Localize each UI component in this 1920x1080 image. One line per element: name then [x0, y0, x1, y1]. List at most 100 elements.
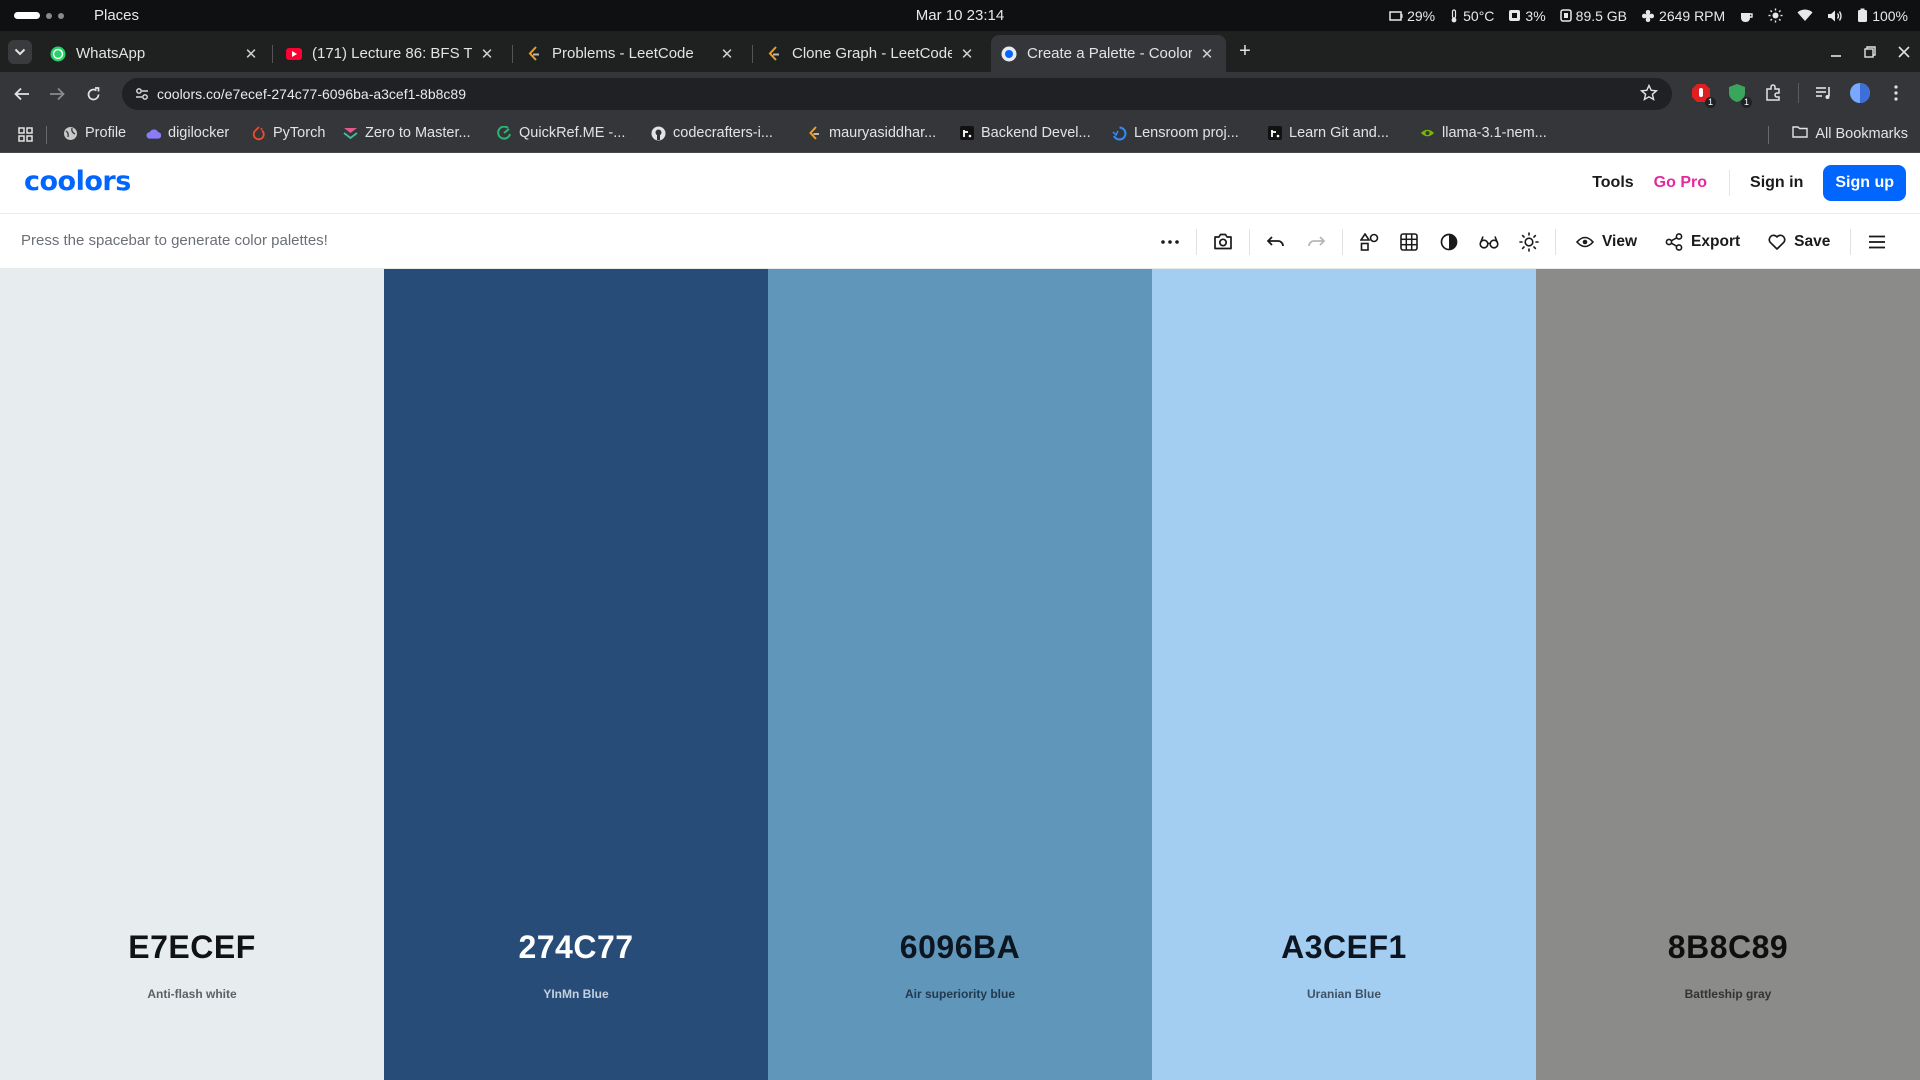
bookmark-mauryasiddhar[interactable]: mauryasiddhar...: [807, 125, 936, 141]
bookmark-backend-developer[interactable]: Backend Devel...: [959, 125, 1091, 141]
color-swatch[interactable]: A3CEF1 Uranian Blue: [1152, 269, 1536, 1080]
bookmark-profile[interactable]: Profile: [63, 125, 126, 141]
privacy-indicator: [1739, 9, 1754, 23]
sign-in-link[interactable]: Sign in: [1750, 174, 1803, 192]
site-info-icon[interactable]: [134, 86, 150, 107]
bookmark-learn-git[interactable]: Learn Git and...: [1267, 125, 1389, 141]
close-icon[interactable]: ✕: [1198, 45, 1216, 63]
undo-button[interactable]: [1256, 222, 1296, 262]
new-tab-button[interactable]: +: [1232, 39, 1258, 65]
tab-whatsapp[interactable]: WhatsApp ✕: [40, 35, 270, 72]
browser-tab-bar: WhatsApp ✕ (171) Lecture 86: BFS Tra ✕ P…: [0, 31, 1920, 72]
tab-search-button[interactable]: [8, 40, 32, 64]
quickref-icon: [497, 125, 512, 141]
bookmark-label: digilocker: [168, 125, 230, 141]
app-header: coolors Tools Go Pro Sign in Sign up: [0, 153, 1920, 214]
swatch-hex-code[interactable]: A3CEF1: [1152, 929, 1536, 966]
eye-icon: [1576, 236, 1594, 247]
tab-title: WhatsApp: [76, 45, 146, 62]
os-top-bar: Places Mar 10 23:14 29% 50°C 3% 89.5 GB …: [0, 0, 1920, 31]
close-icon[interactable]: ✕: [958, 45, 976, 63]
adblock-icon[interactable]: 1: [1690, 82, 1716, 108]
kebab-menu-icon[interactable]: [1885, 82, 1907, 104]
puzzle-icon[interactable]: [1762, 82, 1784, 104]
sign-up-button[interactable]: Sign up: [1823, 165, 1906, 201]
close-icon[interactable]: ✕: [478, 45, 496, 63]
contrast-icon: [1440, 233, 1458, 250]
tab-leetcode-problems[interactable]: Problems - LeetCode ✕: [516, 35, 746, 72]
bookmark-pytorch[interactable]: PyTorch: [251, 125, 325, 141]
swatch-color-name: Battleship gray: [1684, 987, 1772, 1001]
arrow-right-icon: [50, 87, 65, 101]
tab-clone-graph[interactable]: Clone Graph - LeetCode ✕: [756, 35, 986, 72]
tab-create-palette[interactable]: Create a Palette - Coolor ✕: [991, 35, 1226, 72]
bookmark-codecrafters[interactable]: codecrafters-i...: [651, 125, 773, 141]
color-swatch[interactable]: 274C77 YInMn Blue: [384, 269, 768, 1080]
swatch-hex-code[interactable]: 6096BA: [768, 929, 1152, 966]
bookmark-label: QuickRef.ME -...: [519, 125, 626, 141]
grid-view-button[interactable]: [1389, 222, 1429, 262]
close-icon[interactable]: ✕: [718, 45, 736, 63]
wifi-indicator: [1797, 9, 1813, 22]
swatch-hex-code[interactable]: 274C77: [384, 929, 768, 966]
more-options-button[interactable]: [1150, 222, 1190, 262]
tools-link[interactable]: Tools: [1592, 174, 1633, 192]
bookmark-lensroom[interactable]: Lensroom proj...: [1112, 125, 1239, 141]
system-status[interactable]: 29% 50°C 3% 89.5 GB 2649 RPM 100%: [1389, 0, 1908, 31]
go-pro-link[interactable]: Go Pro: [1654, 174, 1707, 192]
bookmark-zero-to-master[interactable]: Zero to Master...: [343, 125, 471, 141]
color-swatch[interactable]: 8B8C89 Battleship gray: [1536, 269, 1920, 1080]
workspace-dot: [46, 12, 52, 19]
shapes-button[interactable]: [1349, 222, 1389, 262]
tab-youtube-lecture[interactable]: (171) Lecture 86: BFS Tra ✕: [276, 35, 506, 72]
close-icon[interactable]: ✕: [242, 45, 260, 63]
menu-button[interactable]: [1857, 222, 1897, 262]
wifi-icon: [1797, 9, 1813, 21]
bookmark-label: Lensroom proj...: [1134, 125, 1239, 141]
contrast-button[interactable]: [1429, 222, 1469, 262]
swatch-hex-code[interactable]: 8B8C89: [1536, 929, 1920, 966]
swatch-color-name: Uranian Blue: [1306, 987, 1381, 1001]
color-swatch[interactable]: 6096BA Air superiority blue: [768, 269, 1152, 1080]
bookmark-label: Profile: [85, 125, 127, 141]
shield-extension-icon[interactable]: 1: [1726, 82, 1752, 108]
save-button[interactable]: Save: [1754, 222, 1844, 262]
forward-button[interactable]: [47, 84, 67, 104]
camera-icon: [1214, 233, 1232, 250]
color-blindness-button[interactable]: [1469, 222, 1509, 262]
camera-button[interactable]: [1203, 222, 1243, 262]
redo-button[interactable]: [1296, 222, 1336, 262]
export-button[interactable]: Export: [1651, 222, 1754, 262]
arrow-left-icon: [14, 87, 29, 101]
media-queue-icon[interactable]: [1813, 82, 1835, 104]
brightness-button[interactable]: [1509, 222, 1549, 262]
whatsapp-icon: [50, 46, 66, 62]
reload-button[interactable]: [83, 84, 103, 104]
profile-avatar-icon[interactable]: [1849, 82, 1871, 104]
coolors-logo[interactable]: coolors: [24, 166, 131, 197]
restore-icon[interactable]: [1864, 45, 1876, 58]
minimize-icon[interactable]: [1830, 46, 1842, 58]
toolbar-divider: [1342, 228, 1343, 255]
swatch-hex-code[interactable]: E7ECEF: [0, 929, 384, 966]
bookmark-llama[interactable]: llama-3.1-nem...: [1420, 125, 1547, 141]
bookmark-quickref[interactable]: QuickRef.ME -...: [497, 125, 625, 141]
view-button[interactable]: View: [1562, 222, 1651, 262]
color-swatch[interactable]: E7ECEF Anti-flash white: [0, 269, 384, 1080]
memory-icon: [1559, 9, 1572, 22]
battery-saver-status: 29%: [1389, 8, 1435, 24]
bookmark-digilocker[interactable]: digilocker: [146, 125, 229, 141]
extension-badge: 1: [1704, 97, 1716, 108]
address-toolbar: coolors.co/e7ecef-274c77-6096ba-a3cef1-8…: [0, 72, 1920, 116]
redo-icon: [1308, 235, 1325, 246]
back-button[interactable]: [12, 84, 32, 104]
address-bar[interactable]: coolors.co/e7ecef-274c77-6096ba-a3cef1-8…: [122, 78, 1672, 110]
places-menu[interactable]: Places: [94, 7, 139, 24]
pytorch-icon: [251, 125, 266, 141]
close-window-icon[interactable]: [1898, 45, 1910, 58]
workspace-indicator[interactable]: [14, 12, 64, 19]
all-bookmarks-button[interactable]: All Bookmarks: [1792, 125, 1908, 142]
bookmark-label: mauryasiddhar...: [829, 125, 937, 141]
apps-grid-icon[interactable]: [18, 127, 33, 146]
bookmark-star-icon[interactable]: [1639, 83, 1659, 107]
